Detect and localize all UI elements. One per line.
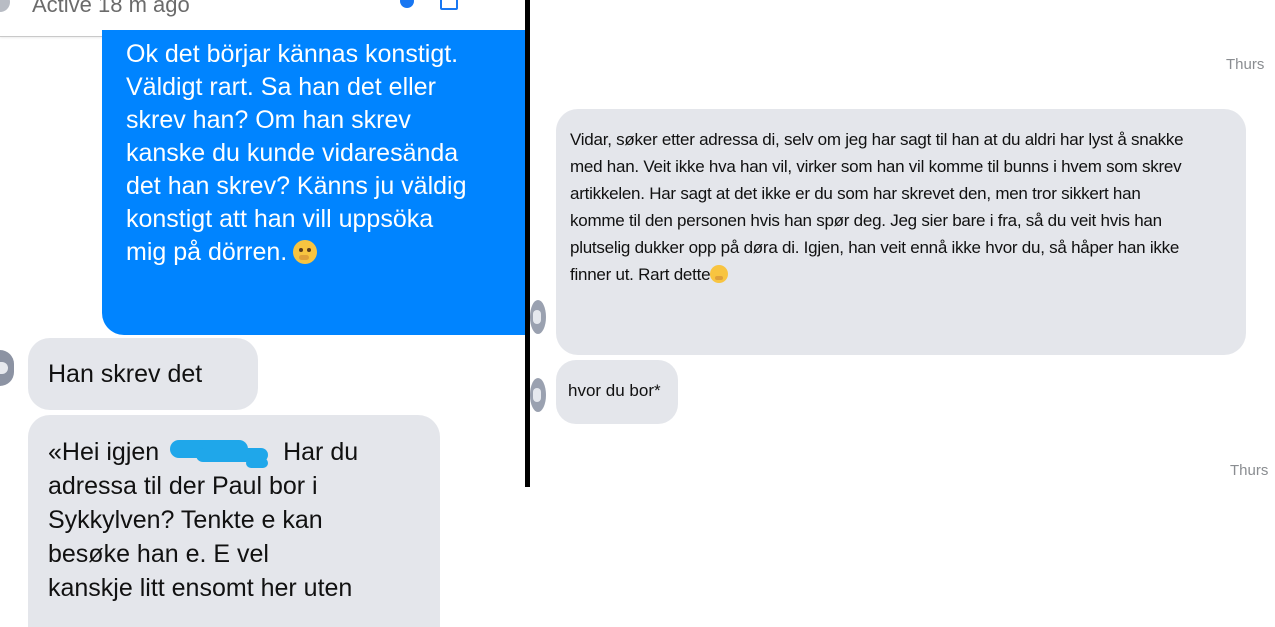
message-line: besøke han e. E vel xyxy=(48,540,269,568)
left-chat-panel: Active 18 m ago Ok det börjar kännas kon… xyxy=(0,0,527,627)
thinking-face-icon xyxy=(710,265,729,283)
message-line: kanske du kunde vidaresända xyxy=(126,139,459,167)
message-line-text: Har du xyxy=(283,438,359,466)
message-line: Väldigt rart. Sa han det eller xyxy=(126,73,436,101)
message-line: «Hei igjen Har du xyxy=(48,435,440,469)
incoming-message[interactable]: Vidar, søker etter adressa di, selv om j… xyxy=(556,109,1246,355)
right-chat-panel: Thurs Vidar, søker etter adressa di, sel… xyxy=(530,0,1275,627)
incoming-message[interactable]: «Hei igjen Har du adressa til der Paul b… xyxy=(28,415,440,627)
incoming-message[interactable]: Han skrev det xyxy=(28,338,258,410)
message-line: artikkelen. Har sagt at det ikke er du s… xyxy=(570,184,1141,203)
video-icon[interactable] xyxy=(440,0,458,10)
timestamp: Thurs xyxy=(1230,462,1269,479)
timestamp: Thurs xyxy=(1226,56,1265,73)
message-line: komme til den personen hvis han spør deg… xyxy=(570,211,1162,230)
message-line-text: finner ut. Rart dette xyxy=(570,265,711,284)
message-line: plutselig dukker opp på døra di. Igjen, … xyxy=(570,238,1180,257)
message-line: skrev han? Om han skrev xyxy=(126,106,411,134)
message-line: konstigt att han vill uppsöka xyxy=(126,205,434,233)
contact-avatar[interactable] xyxy=(0,350,14,386)
message-line: Vidar, søker etter adressa di, selv om j… xyxy=(570,130,1184,149)
message-line: Sykkylven? Tenkte e kan xyxy=(48,506,323,534)
message-line: hvor du bor* xyxy=(568,381,661,400)
message-line: med han. Veit ikke hva han vil, virker s… xyxy=(570,157,1182,176)
header-avatar[interactable] xyxy=(0,0,10,12)
incoming-message[interactable]: hvor du bor* xyxy=(556,360,678,424)
message-line-text: mig på dörren. xyxy=(126,238,288,266)
message-line: adressa til der Paul bor i xyxy=(48,472,318,500)
message-line: Han skrev det xyxy=(48,360,203,388)
message-line: kanskje litt ensomt her uten xyxy=(48,574,353,602)
outgoing-message[interactable]: Ok det börjar kännas konstigt. Väldigt r… xyxy=(102,30,527,335)
message-line: finner ut. Rart dette xyxy=(570,261,1246,288)
contact-avatar[interactable] xyxy=(530,378,546,412)
message-line: mig på dörren. xyxy=(126,236,527,269)
call-icon[interactable] xyxy=(400,0,414,8)
redaction-mark xyxy=(166,436,276,468)
thinking-face-icon xyxy=(293,240,318,264)
message-line: Ok det börjar kännas konstigt. xyxy=(126,40,459,68)
active-status: Active 18 m ago xyxy=(32,0,190,17)
contact-avatar[interactable] xyxy=(530,300,546,334)
message-line: det han skrev? Känns ju väldig xyxy=(126,172,467,200)
message-line-text: «Hei igjen xyxy=(48,438,160,466)
